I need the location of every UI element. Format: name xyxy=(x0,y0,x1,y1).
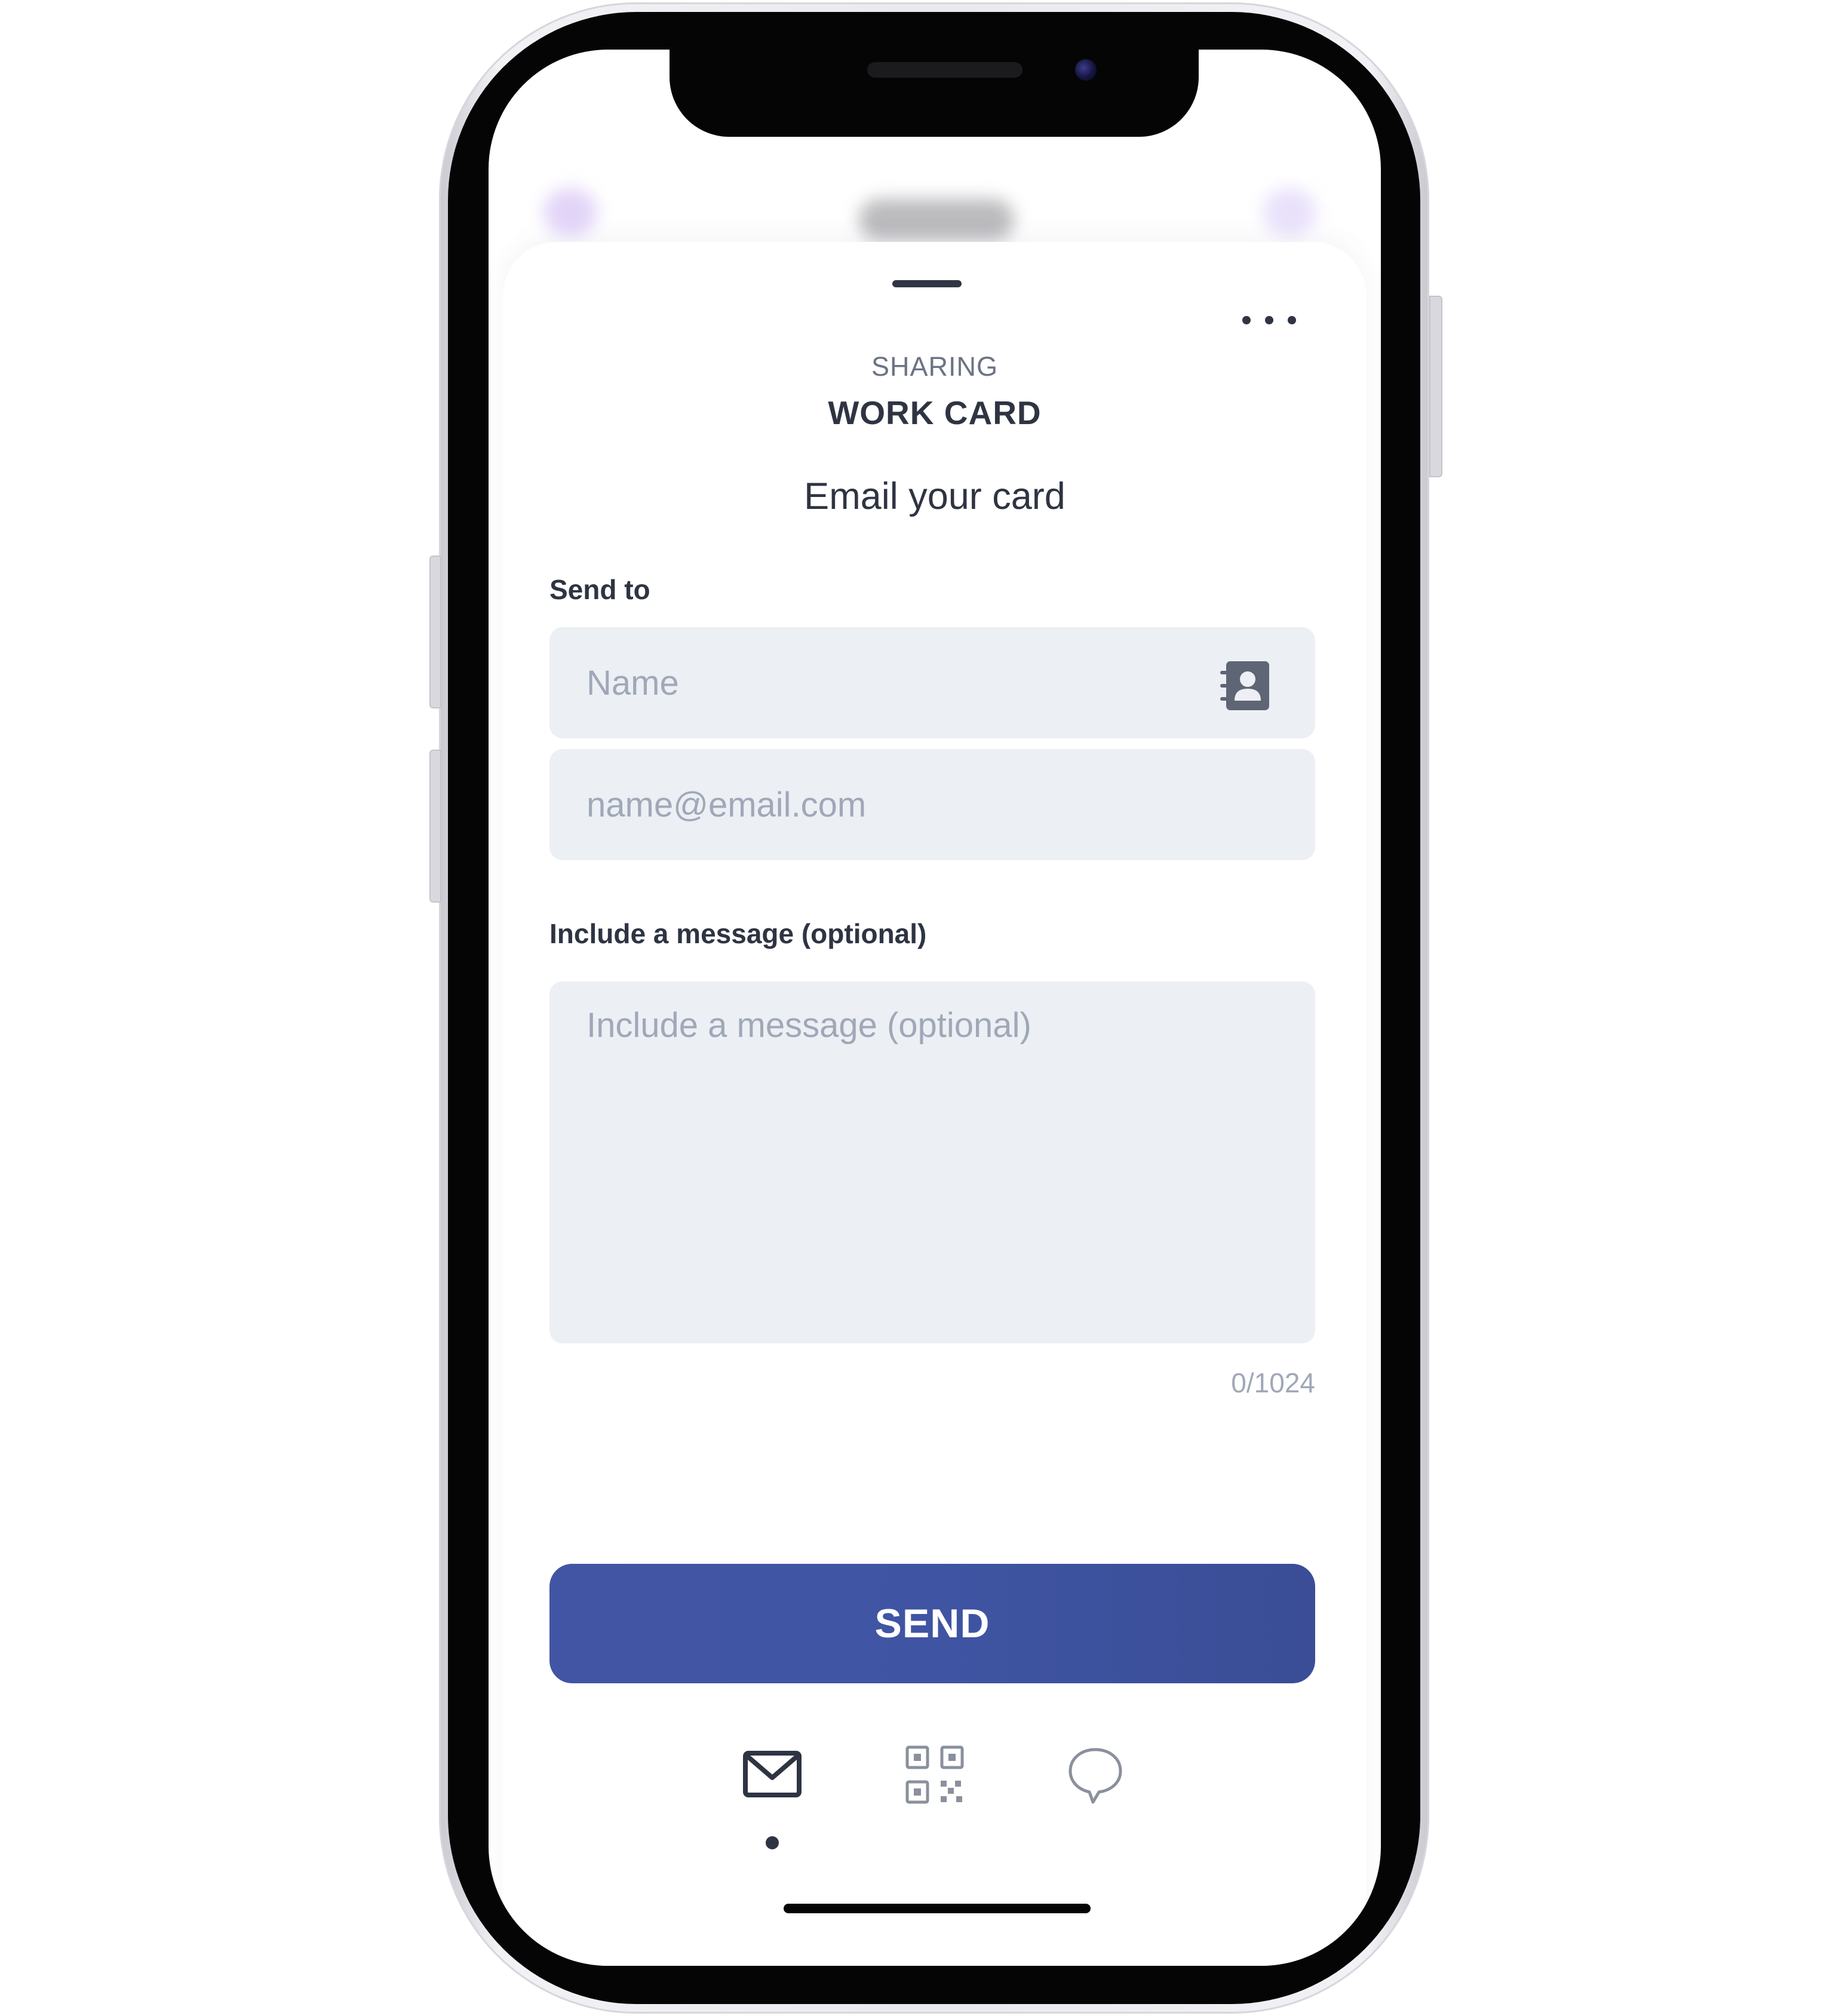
chat-bubble-icon[interactable] xyxy=(1066,1745,1125,1805)
email-icon[interactable] xyxy=(742,1745,802,1805)
active-tab-indicator xyxy=(766,1836,779,1849)
message-label: Include a message (optional) xyxy=(549,918,927,949)
more-options-icon[interactable] xyxy=(1242,311,1296,329)
send-to-label: Send to xyxy=(549,574,650,605)
contact-book-icon[interactable] xyxy=(1219,659,1273,713)
sheet-grabber[interactable] xyxy=(892,280,962,287)
send-button[interactable]: SEND xyxy=(549,1564,1315,1683)
sheet-title: WORK CARD xyxy=(828,394,1042,431)
home-indicator[interactable] xyxy=(784,1904,1091,1913)
background-left-icon xyxy=(544,188,597,236)
silent-switch xyxy=(429,556,441,708)
background-right-icon xyxy=(1263,188,1316,236)
front-camera xyxy=(1075,59,1097,81)
page-heading: Email your card xyxy=(804,475,1066,517)
background-title xyxy=(859,199,1014,241)
char-counter: 0/1024 xyxy=(1231,1367,1315,1398)
name-input[interactable]: Name xyxy=(549,627,1315,738)
earpiece-speaker xyxy=(867,62,1023,78)
volume-button xyxy=(429,750,441,903)
qr-code-icon[interactable] xyxy=(905,1745,965,1805)
email-input[interactable]: name@email.com xyxy=(549,749,1315,860)
sheet-subtitle: SHARING xyxy=(871,351,999,382)
message-textarea[interactable]: Include a message (optional) xyxy=(549,981,1315,1343)
power-button xyxy=(1429,296,1442,477)
phone-screen: SHARING WORK CARD Email your card Send t… xyxy=(489,50,1381,1966)
